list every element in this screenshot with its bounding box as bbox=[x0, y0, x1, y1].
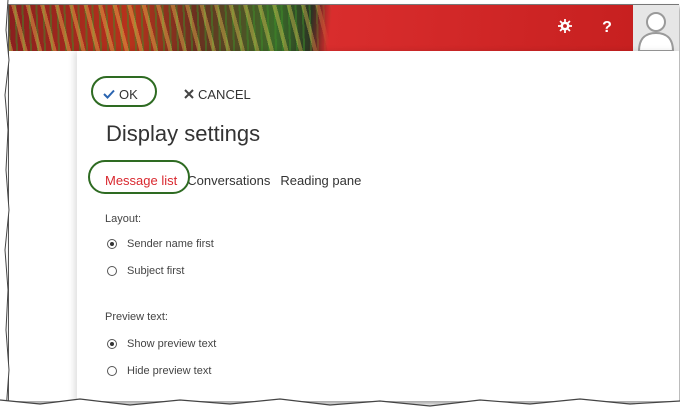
torn-edge-left bbox=[0, 0, 10, 411]
top-banner: ? bbox=[9, 5, 679, 52]
gear-icon bbox=[558, 18, 572, 38]
settings-panel: OK CANCEL Display settings Message list … bbox=[77, 51, 679, 401]
close-icon bbox=[184, 89, 194, 99]
radio-label: Show preview text bbox=[127, 338, 217, 350]
radio-button[interactable] bbox=[107, 266, 117, 276]
layout-section-label: Layout: bbox=[105, 213, 142, 225]
help-button[interactable]: ? bbox=[590, 5, 624, 51]
person-icon bbox=[637, 12, 675, 52]
radio-label: Sender name first bbox=[127, 238, 214, 250]
radio-label: Hide preview text bbox=[127, 365, 212, 377]
cancel-button[interactable]: CANCEL bbox=[184, 83, 251, 105]
radio-subject-first[interactable]: Subject first bbox=[107, 265, 184, 277]
radio-sender-name-first[interactable]: Sender name first bbox=[107, 238, 214, 250]
app-window: ? OK CANCEL Display settings Message lis… bbox=[8, 4, 679, 401]
tab-highlight-annotation bbox=[88, 160, 190, 194]
radio-show-preview-text[interactable]: Show preview text bbox=[107, 338, 216, 350]
radio-button[interactable] bbox=[107, 239, 117, 249]
preview-section-label: Preview text: bbox=[105, 311, 168, 323]
settings-button[interactable] bbox=[548, 5, 582, 51]
user-avatar-button[interactable] bbox=[633, 5, 679, 52]
radio-label: Subject first bbox=[127, 265, 185, 277]
ok-highlight-annotation bbox=[91, 76, 157, 107]
cancel-label: CANCEL bbox=[198, 86, 251, 102]
radio-button[interactable] bbox=[107, 366, 117, 376]
radio-hide-preview-text[interactable]: Hide preview text bbox=[107, 365, 211, 377]
page-title: Display settings bbox=[106, 121, 261, 146]
tab-conversations[interactable]: Conversations bbox=[187, 173, 270, 193]
torn-edge-bottom bbox=[0, 398, 680, 411]
radio-button[interactable] bbox=[107, 339, 117, 349]
help-icon: ? bbox=[602, 19, 612, 36]
tab-reading-pane[interactable]: Reading pane bbox=[280, 173, 361, 193]
